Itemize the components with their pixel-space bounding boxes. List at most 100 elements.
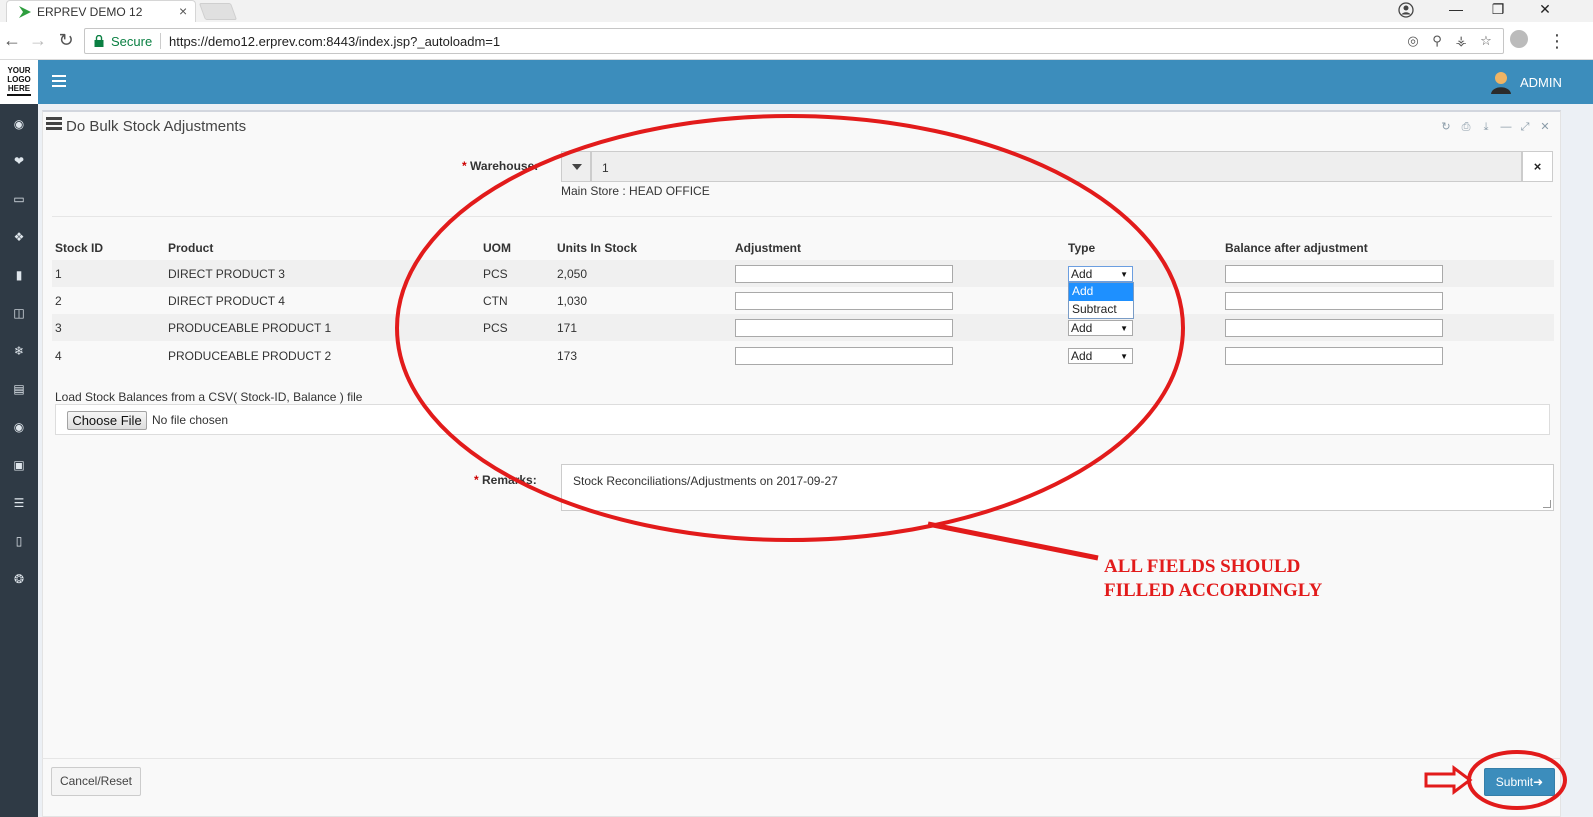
dashboard-icon[interactable]: ◉ — [9, 116, 29, 132]
cell-stock-id: 2 — [55, 294, 62, 308]
download-icon[interactable]: ⤓ — [1480, 121, 1492, 133]
required-mark: * — [474, 473, 479, 487]
user-name[interactable]: ADMIN — [1520, 75, 1562, 90]
choose-file-button[interactable]: Choose File — [67, 411, 147, 430]
type-option-add[interactable]: Add — [1069, 283, 1133, 301]
cell-uom: PCS — [483, 321, 508, 335]
notebook-icon[interactable]: ▯ — [9, 533, 29, 549]
cart-icon[interactable]: ▤ — [9, 381, 29, 397]
balance-input[interactable] — [1225, 292, 1443, 310]
cell-stock-id: 1 — [55, 267, 62, 281]
type-select[interactable]: Add — [1068, 320, 1133, 336]
arrow-circle-right-icon: ➜ — [1533, 775, 1544, 789]
resize-grip[interactable] — [1543, 500, 1551, 508]
logo-text-line1: YOUR — [7, 66, 31, 75]
url-text[interactable]: https://demo12.erprev.com:8443/index.jsp… — [169, 34, 500, 49]
close-icon[interactable]: ✕ — [1539, 121, 1551, 133]
expand-icon[interactable]: ⤢ — [1519, 121, 1531, 133]
zoom-icon[interactable]: ⚲ — [1429, 33, 1445, 49]
tab-close-icon[interactable]: × — [179, 3, 187, 19]
csv-label: Load Stock Balances from a CSV( Stock-ID… — [55, 390, 363, 404]
annotation-note: ALL FIELDS SHOULD FILLED ACCORDINGLY — [1104, 555, 1322, 603]
tab-title: ERPREV DEMO 12 — [37, 5, 143, 19]
balance-input[interactable] — [1225, 265, 1443, 283]
type-option-subtract[interactable]: Subtract — [1069, 301, 1133, 319]
table-row: 1 DIRECT PRODUCT 3 PCS 2,050 Add — [52, 260, 1554, 287]
warehouse-dropdown-toggle[interactable] — [561, 151, 591, 182]
new-tab-button[interactable] — [198, 3, 238, 20]
balance-input[interactable] — [1225, 319, 1443, 337]
table-row: 2 DIRECT PRODUCT 4 CTN 1,030 Add — [52, 287, 1554, 314]
logo-text-line3: HERE — [7, 84, 31, 93]
location-icon[interactable]: ◎ — [1405, 33, 1421, 49]
print-icon[interactable]: ⎙ — [1460, 121, 1472, 133]
annotation-line1: ALL FIELDS SHOULD — [1104, 556, 1301, 577]
refresh-icon[interactable]: ↻ — [1440, 121, 1452, 133]
lock-icon — [94, 35, 104, 47]
disc-icon[interactable]: ◉ — [9, 419, 29, 435]
col-header-product: Product — [168, 241, 214, 255]
cell-stock-id: 3 — [55, 321, 62, 335]
cell-product: DIRECT PRODUCT 3 — [168, 267, 285, 281]
bookmark-star-icon[interactable]: ☆ — [1478, 33, 1494, 49]
browser-tab[interactable]: ERPREV DEMO 12 × — [6, 0, 196, 22]
url-separator — [160, 33, 161, 49]
tag-icon[interactable]: ❤ — [9, 153, 29, 169]
panel-title: Do Bulk Stock Adjustments — [66, 118, 247, 135]
cancel-reset-button[interactable]: Cancel/Reset — [51, 767, 141, 796]
section-divider — [52, 216, 1552, 217]
restore-window-button[interactable]: ❐ — [1478, 0, 1518, 20]
browser-menu-icon[interactable]: ⋮ — [1548, 32, 1566, 50]
cell-uom: CTN — [483, 294, 508, 308]
money-icon[interactable]: ▭ — [9, 191, 29, 207]
adjustment-input[interactable] — [735, 292, 953, 310]
forward-arrow-icon[interactable]: → — [28, 31, 48, 51]
browser-tab-bar: ERPREV DEMO 12 × — ❐ ✕ — [0, 0, 1593, 22]
logo-text-line2: LOGO — [7, 75, 31, 84]
book-icon[interactable]: ▮ — [9, 267, 29, 283]
cell-product: DIRECT PRODUCT 4 — [168, 294, 285, 308]
footer-divider — [42, 758, 1561, 759]
adjustment-input[interactable] — [735, 319, 953, 337]
profile-icon[interactable] — [1398, 2, 1414, 18]
cell-units: 1,030 — [557, 294, 588, 308]
cell-units: 2,050 — [557, 267, 588, 281]
remarks-label-text: Remarks: — [482, 473, 537, 487]
balance-input[interactable] — [1225, 347, 1443, 365]
submit-button[interactable]: Submit➜ — [1484, 768, 1555, 796]
warehouse-field[interactable]: 1 — [591, 151, 1522, 182]
type-select[interactable]: Add — [1068, 266, 1133, 282]
menu-toggle-icon[interactable] — [52, 75, 66, 87]
cubes-icon[interactable]: ❖ — [9, 229, 29, 245]
monitor-icon[interactable]: ▣ — [9, 457, 29, 473]
cell-product: PRODUCEABLE PRODUCT 2 — [168, 349, 332, 363]
company-logo[interactable]: YOUR LOGO HERE — [0, 60, 38, 104]
user-avatar[interactable] — [1490, 70, 1512, 94]
warehouse-description: Main Store : HEAD OFFICE — [561, 184, 710, 198]
cell-units: 171 — [557, 321, 578, 335]
key-icon[interactable]: ⚶ — [1453, 33, 1469, 49]
remarks-textarea[interactable]: Stock Reconciliations/Adjustments on 201… — [561, 464, 1554, 511]
adjustment-input[interactable] — [735, 265, 953, 283]
close-window-button[interactable]: ✕ — [1525, 0, 1565, 20]
database-icon[interactable]: ☰ — [9, 495, 29, 511]
adjustment-input[interactable] — [735, 347, 953, 365]
type-select[interactable]: Add — [1068, 348, 1133, 364]
back-arrow-icon[interactable]: ← — [2, 31, 22, 51]
warehouse-clear-button[interactable]: × — [1522, 151, 1553, 182]
minimize-window-button[interactable]: — — [1436, 0, 1476, 20]
annotation-line2: FILLED ACCORDINGLY — [1104, 580, 1323, 601]
lifebuoy-icon[interactable]: ❂ — [9, 571, 29, 587]
app-header: ADMIN — [38, 60, 1593, 104]
reload-icon[interactable]: ↻ — [56, 31, 76, 51]
cell-uom: PCS — [483, 267, 508, 281]
address-bar[interactable]: Secure https://demo12.erprev.com:8443/in… — [84, 28, 1504, 54]
extension-icon[interactable] — [1510, 30, 1528, 48]
csv-upload-box: Choose File No file chosen — [55, 404, 1550, 435]
minimize-icon[interactable]: — — [1500, 121, 1512, 133]
browser-toolbar: ← → ↻ Secure https://demo12.erprev.com:8… — [0, 22, 1593, 60]
required-mark: * — [462, 159, 467, 173]
trash-icon[interactable]: ◫ — [9, 305, 29, 321]
submit-label: Submit — [1495, 775, 1534, 789]
snowflake-icon[interactable]: ❄ — [9, 343, 29, 359]
